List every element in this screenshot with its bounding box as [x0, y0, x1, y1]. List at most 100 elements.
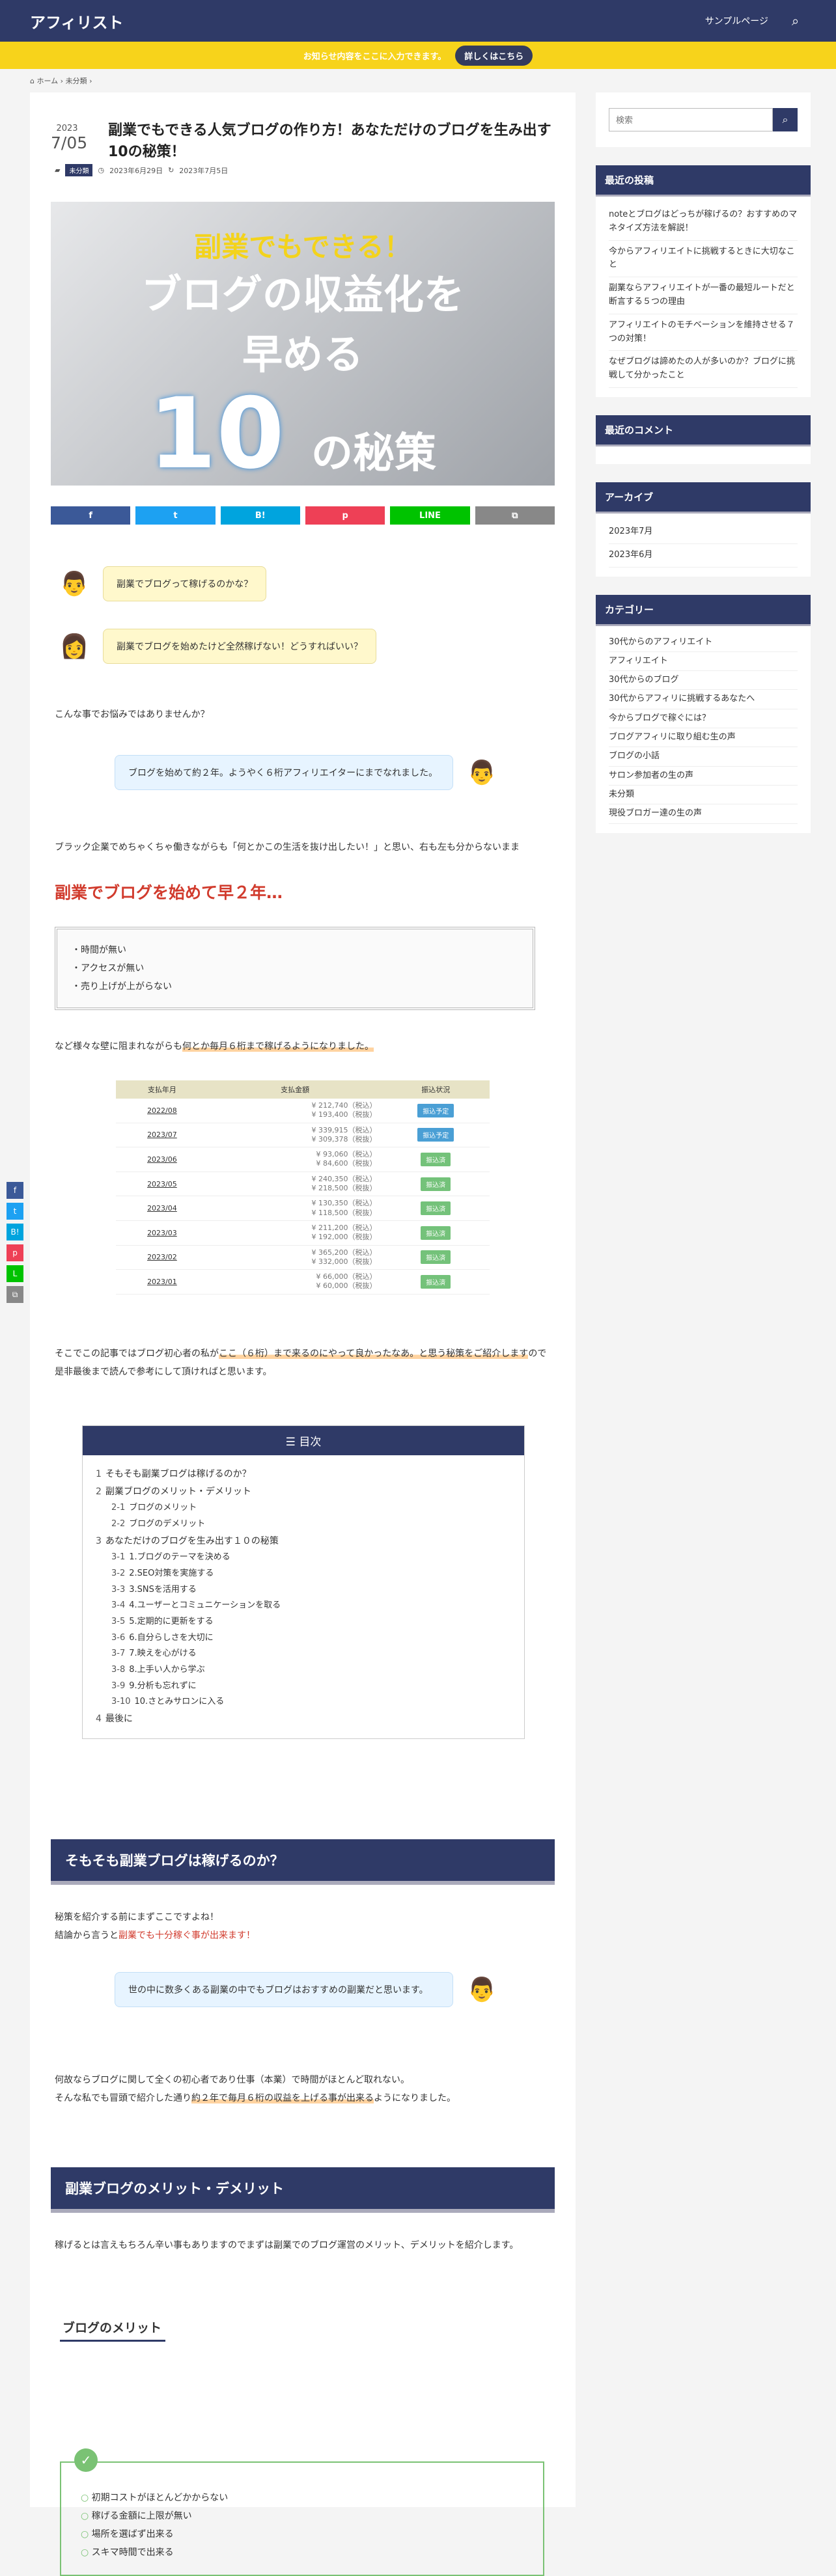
pocket-icon[interactable]: p	[7, 1244, 23, 1261]
status-badge: 振込済	[382, 1196, 490, 1221]
list-item: 初期コストがほとんどかからない	[81, 2489, 523, 2507]
toc-list: 1 そもそも副業ブログは稼げるのか？ 2 副業ブログのメリット・デメリット 2-1 ブログ…	[83, 1455, 524, 1738]
notice-text: お知らせ内容をここに入力できます。	[303, 51, 447, 62]
pay-amount: ¥ 130,350（税込） ¥ 118,500（税抜）	[208, 1196, 382, 1221]
pay-month[interactable]: 2023/01	[116, 1269, 208, 1295]
toc-item[interactable]: 2-2 ブログのデメリット	[96, 1516, 511, 1533]
facebook-icon[interactable]: f	[7, 1182, 23, 1199]
recent-post-link[interactable]: noteとブログはどっちが稼げるの？おすすめのマネタイズ方法を解説！	[609, 204, 798, 241]
toc-item[interactable]: 3-7 7.映えを心がける	[96, 1646, 511, 1662]
pay-month[interactable]: 2023/05	[116, 1172, 208, 1197]
list-item: 稼げる金額に上限が無い	[81, 2507, 523, 2525]
recent-post-link[interactable]: 今からアフィリエイトに挑戦するときに大切なこと	[609, 241, 798, 278]
nav-sample-page[interactable]: サンプルページ	[705, 14, 768, 27]
notice-button[interactable]: 詳しくはこちら	[455, 45, 533, 66]
toc-item[interactable]: 3-8 8.上手い人から学ぶ	[96, 1662, 511, 1679]
pay-month[interactable]: 2023/04	[116, 1196, 208, 1221]
toc-item[interactable]: 3-9 9.分析も忘れずに	[96, 1679, 511, 1695]
search-button[interactable]: ⌕	[773, 108, 798, 131]
toc-item[interactable]: 3-5 5.定期的に更新をする	[96, 1614, 511, 1630]
category-link[interactable]: 現役ブロガー達の生の声	[609, 804, 798, 824]
post-meta: ▰ 未分類 ◷ 2023年6月29日 ↻ 2023年7月5日	[55, 164, 228, 176]
twitter-share-button[interactable]: t	[135, 506, 216, 525]
list-icon: ☰	[285, 1436, 300, 1449]
highlight-heading: 副業でブログを始めて早２年…	[55, 883, 283, 902]
toc-item[interactable]: 3 あなただけのブログを生み出す１０の秘策	[96, 1533, 511, 1550]
table-header: 支払年月	[116, 1080, 208, 1099]
pay-month[interactable]: 2023/06	[116, 1147, 208, 1172]
breadcrumb-category[interactable]: 未分類	[66, 77, 87, 85]
category-link[interactable]: 今からブログで稼ぐには？	[609, 709, 798, 729]
category-link[interactable]: アフィリエイト	[609, 652, 798, 672]
text: そこでこの記事ではブログ初心者の私が	[55, 1349, 219, 1359]
speech-bubble: ブログを始めて約２年。ようやく６桁アフィリエイターにまでなれました。	[115, 755, 453, 790]
category-link[interactable]: 未分類	[609, 786, 798, 805]
list-item: 場所を選ばず出来る	[81, 2525, 523, 2543]
archive-link[interactable]: 2023年6月	[609, 544, 798, 568]
line-icon[interactable]: L	[7, 1265, 23, 1282]
category-link[interactable]: 30代からアフィリに挑戦するあなたへ	[609, 690, 798, 709]
pay-month[interactable]: 2023/02	[116, 1245, 208, 1270]
category-badge[interactable]: 未分類	[65, 164, 93, 176]
category-link[interactable]: ブログアフィリに取り組む生の声	[609, 728, 798, 748]
speech-bubble: 世の中に数多くある副業の中でもブログはおすすめの副業だと思います。	[115, 1972, 453, 2007]
category-link[interactable]: サロン参加者の生の声	[609, 767, 798, 786]
facebook-share-button[interactable]: f	[51, 506, 131, 525]
table-of-contents: ☰ 目次 1 そもそも副業ブログは稼げるのか？ 2 副業ブログのメリット・デメリット 2…	[82, 1425, 525, 1739]
pay-month[interactable]: 2023/07	[116, 1123, 208, 1148]
list-item: スキマ時間で出来る	[81, 2543, 523, 2562]
toc-item[interactable]: 2 副業ブログのメリット・デメリット	[96, 1483, 511, 1501]
hatena-icon[interactable]: B!	[7, 1224, 23, 1240]
paragraph: そこでこの記事ではブログ初心者の私がここ（６桁）まで来るのにやって良かったなあ。…	[55, 1345, 550, 1381]
toc-item[interactable]: 3-6 6.自分らしさを大切に	[96, 1630, 511, 1647]
table-header: 振込状況	[382, 1080, 490, 1099]
widget-title: カテゴリー	[596, 594, 811, 624]
twitter-icon[interactable]: t	[7, 1203, 23, 1220]
table-row: 2023/06 ¥ 93,060（税込） ¥ 84,600（税抜） 振込済	[116, 1147, 490, 1172]
toc-item[interactable]: 3-3 3.SNSを活用する	[96, 1582, 511, 1598]
search-input[interactable]	[609, 108, 773, 131]
copy-share-button[interactable]: ⧉	[475, 506, 555, 525]
toc-item[interactable]: 3-4 4.ユーザーとコミュニケーションを取る	[96, 1598, 511, 1614]
chevron-right-icon: ›	[60, 77, 66, 85]
toc-item[interactable]: 1 そもそも副業ブログは稼げるのか？	[96, 1466, 511, 1483]
hatena-share-button[interactable]: B!	[220, 506, 300, 525]
category-link[interactable]: 30代からのブログ	[609, 671, 798, 691]
floating-share: f t B! p L ⧉	[7, 1182, 23, 1303]
category-link[interactable]: 30代からのアフィリエイト	[609, 633, 798, 652]
toc-item[interactable]: 2-1 ブログのメリット	[96, 1500, 511, 1516]
site-logo[interactable]: アフィリスト	[30, 10, 705, 33]
archive-link[interactable]: 2023年7月	[609, 521, 798, 544]
text: ようになりました。	[374, 2093, 456, 2103]
toc-item[interactable]: 3-2 2.SEO対策を実施する	[96, 1566, 511, 1582]
search-icon[interactable]: ⌕	[792, 13, 806, 29]
toc-item[interactable]: 4 最後に	[96, 1710, 511, 1728]
table-row: 2023/07 ¥ 339,915（税込） ¥ 309,378（税抜） 振込予定	[116, 1123, 490, 1148]
toc-item[interactable]: 3-1 1.ブログのテーマを決める	[96, 1550, 511, 1566]
recent-post-link[interactable]: 副業ならアフィリエイトが一番の最短ルートだと断言する５つの理由	[609, 277, 798, 314]
table-row: 2023/04 ¥ 130,350（税込） ¥ 118,500（税抜） 振込済	[116, 1196, 490, 1221]
breadcrumb-home[interactable]: ホーム	[36, 77, 58, 85]
list-item: ・時間が無い	[72, 945, 126, 955]
line-share-button[interactable]: LINE	[390, 506, 470, 525]
pay-month[interactable]: 2022/08	[116, 1099, 208, 1123]
status-badge: 振込済	[382, 1269, 490, 1295]
section-heading: そもそも副業ブログは稼げるのか？	[51, 1839, 555, 1881]
pay-amount: ¥ 93,060（税込） ¥ 84,600（税抜）	[208, 1147, 382, 1172]
avatar: 👨	[59, 571, 89, 597]
pay-month[interactable]: 2023/03	[116, 1220, 208, 1246]
category-link[interactable]: ブログの小話	[609, 747, 798, 767]
recent-posts: 最近の投稿 noteとブログはどっちが稼げるの？おすすめのマネタイズ方法を解説！…	[596, 165, 811, 397]
toc-item[interactable]: 3-10 10.さとみサロンに入る	[96, 1694, 511, 1710]
post-date: 2023 7/05	[51, 124, 87, 152]
page-title: 副業でもできる人気ブログの作り方！あなただけのブログを生み出す10の秘策！	[108, 122, 551, 160]
copy-icon[interactable]: ⧉	[7, 1286, 23, 1303]
pay-amount: ¥ 66,000（税込） ¥ 60,000（税抜）	[208, 1269, 382, 1295]
merit-box: ✓ 初期コストがほとんどかからない 稼げる金額に上限が無い 場所を選ばず出来る …	[60, 2448, 544, 2576]
status-badge: 振込済	[382, 1220, 490, 1246]
dialog-4: 世の中に数多くある副業の中でもブログはおすすめの副業だと思います。 👨	[115, 1967, 501, 2012]
recent-post-link[interactable]: アフィリエイトのモチベーションを維持させる７つの対策！	[609, 314, 798, 351]
pocket-share-button[interactable]: p	[305, 506, 385, 525]
recent-post-link[interactable]: なぜブログは諦めたの人が多いのか？ブログに挑戦して分かったこと	[609, 351, 798, 388]
list-item: ・売り上げが上がらない	[72, 981, 172, 992]
